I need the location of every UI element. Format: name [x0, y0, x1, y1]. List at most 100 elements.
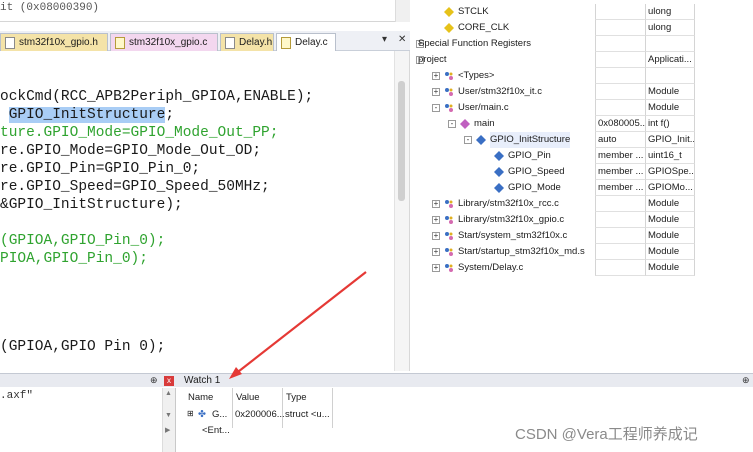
- tree-row[interactable]: GPIO_Pin member ... uint16_t: [414, 148, 753, 164]
- tree-item-type: GPIO_Init...: [645, 132, 695, 148]
- bottom-panel-titlebar: ⊕ x Watch 1 ⊕: [0, 373, 753, 387]
- tree-item-location: [595, 228, 645, 244]
- tree-item-location: [595, 36, 645, 52]
- tree-item-label: GPIO_InitStructure: [490, 132, 571, 148]
- tree-item-location: [595, 20, 645, 36]
- code-token: ;: [165, 107, 175, 123]
- tree-item-type: Module: [645, 244, 695, 260]
- tree-row[interactable]: + User/stm32f10x_it.c Module: [414, 84, 753, 100]
- editor-tab-bar: stm32f10x_gpio.h stm32f10x_gpio.c Delay.…: [0, 31, 410, 51]
- scroll-right-icon[interactable]: ▶: [165, 426, 170, 434]
- expand-icon[interactable]: +: [432, 72, 440, 80]
- tree-item-type: GPIOSpe...: [645, 164, 695, 180]
- tab-list-dropdown-icon[interactable]: ▾: [382, 34, 387, 45]
- expand-icon[interactable]: +: [432, 248, 440, 256]
- code-line: re.GPIO_Mode=GPIO_Mode_Out_OD;: [0, 143, 262, 159]
- tree-item-label: User/stm32f10x_it.c: [458, 86, 542, 97]
- expand-icon[interactable]: +: [432, 200, 440, 208]
- tree-row[interactable]: - GPIO_InitStructure auto GPIO_Init...: [414, 132, 753, 148]
- expand-icon[interactable]: +: [432, 88, 440, 96]
- source-file-icon: [115, 37, 125, 49]
- tree-item-location: [595, 52, 645, 68]
- tab-delay-h[interactable]: Delay.h: [220, 33, 274, 51]
- tree-row[interactable]: STCLK ulong: [414, 4, 753, 20]
- column-divider: [232, 388, 233, 428]
- collapse-icon[interactable]: -: [464, 136, 472, 144]
- tree-item-type: int f(): [645, 116, 695, 132]
- code-line-commented: (GPIOA,GPIO_Pin_0);: [0, 233, 166, 249]
- expand-icon[interactable]: +: [432, 264, 440, 272]
- command-window[interactable]: .axf" ▲ ▼ ▶: [0, 388, 176, 452]
- close-icon[interactable]: x: [164, 376, 174, 386]
- editor-scrollbar[interactable]: [394, 51, 409, 371]
- module-icon: [444, 263, 454, 273]
- tree-row[interactable]: GPIO_Speed member ... GPIOSpe...: [414, 164, 753, 180]
- tree-item-location: member ...: [595, 164, 645, 180]
- tree-row[interactable]: + Start/system_stm32f10x.c Module: [414, 228, 753, 244]
- module-icon: [444, 199, 454, 209]
- watermark: CSDN @Vera工程师养成记: [515, 426, 698, 443]
- tree-row[interactable]: - project Applicati...: [414, 52, 753, 68]
- expand-icon[interactable]: +: [432, 232, 440, 240]
- tree-item-label: Library/stm32f10x_rcc.c: [458, 198, 559, 209]
- code-line: ockCmd(RCC_APB2Periph_GPIOA,ENABLE);: [0, 89, 314, 105]
- close-tab-icon[interactable]: ✕: [398, 34, 406, 45]
- tree-row[interactable]: GPIO_Mode member ... GPIOMo...: [414, 180, 753, 196]
- tree-item-label: GPIO_Mode: [508, 182, 561, 193]
- tree-row[interactable]: - User/main.c Module: [414, 100, 753, 116]
- tree-row[interactable]: + Special Function Registers: [414, 36, 753, 52]
- scroll-up-icon[interactable]: ▲: [165, 390, 172, 397]
- tree-row[interactable]: + System/Delay.c Module: [414, 260, 753, 276]
- tree-item-location: member ...: [595, 148, 645, 164]
- tab-delay-c[interactable]: Delay.c: [276, 33, 336, 51]
- output-scrollbar[interactable]: [395, 0, 410, 22]
- collapse-icon[interactable]: -: [432, 104, 440, 112]
- code-line: GPIO_InitStructure;: [0, 106, 174, 124]
- variable-icon: [494, 151, 504, 161]
- watch-header-value[interactable]: Value: [236, 392, 260, 403]
- tree-item-location: member ...: [595, 180, 645, 196]
- tree-item-label: project: [418, 54, 447, 65]
- expand-icon[interactable]: ⊞: [187, 409, 194, 418]
- code-line-commented: PIOA,GPIO_Pin_0);: [0, 251, 148, 267]
- tree-row[interactable]: + <Types>: [414, 68, 753, 84]
- expand-icon[interactable]: +: [432, 216, 440, 224]
- tree-row[interactable]: CORE_CLK ulong: [414, 20, 753, 36]
- watch-name: G...: [212, 409, 228, 420]
- watch-window-title[interactable]: Watch 1: [184, 374, 220, 388]
- source-file-icon: [281, 37, 291, 49]
- tab-label: Delay.h: [239, 37, 273, 48]
- collapse-icon[interactable]: -: [448, 120, 456, 128]
- function-icon: [460, 119, 470, 129]
- pin-icon[interactable]: ⊕: [742, 375, 750, 386]
- code-line: (GPIOA,GPIO Pin 0);: [0, 339, 166, 355]
- module-icon: [444, 71, 454, 81]
- tab-stm32f10x-gpio-c[interactable]: stm32f10x_gpio.c: [110, 33, 218, 51]
- tree-item-type: Module: [645, 228, 695, 244]
- column-divider: [282, 388, 283, 428]
- tree-item-type: ulong: [645, 20, 695, 36]
- watch-header-type[interactable]: Type: [286, 392, 307, 403]
- tree-row[interactable]: + Library/stm32f10x_gpio.c Module: [414, 212, 753, 228]
- tab-label: stm32f10x_gpio.h: [19, 37, 98, 48]
- tab-stm32f10x-gpio-h[interactable]: stm32f10x_gpio.h: [0, 33, 108, 51]
- pin-icon[interactable]: ⊕: [150, 375, 158, 386]
- scrollbar-thumb[interactable]: [398, 81, 405, 201]
- header-file-icon: [5, 37, 15, 49]
- variable-icon: [444, 23, 454, 33]
- tree-item-type: [645, 36, 695, 52]
- module-icon: [444, 87, 454, 97]
- code-line: re.GPIO_Pin=GPIO_Pin_0;: [0, 161, 201, 177]
- module-icon: [444, 231, 454, 241]
- command-scrollbar[interactable]: ▲ ▼ ▶: [162, 388, 175, 452]
- code-editor[interactable]: ockCmd(RCC_APB2Periph_GPIOA,ENABLE); GPI…: [0, 51, 410, 371]
- enter-expression-placeholder[interactable]: <Ent...: [202, 425, 230, 436]
- header-file-icon: [225, 37, 235, 49]
- watch-header-name[interactable]: Name: [188, 392, 213, 403]
- tree-row[interactable]: - main 0x080005... int f(): [414, 116, 753, 132]
- tree-item-location: auto: [595, 132, 645, 148]
- code-line-commented: ture.GPIO_Mode=GPIO_Mode_Out_PP;: [0, 125, 279, 141]
- tree-row[interactable]: + Start/startup_stm32f10x_md.s Module: [414, 244, 753, 260]
- tree-row[interactable]: + Library/stm32f10x_rcc.c Module: [414, 196, 753, 212]
- scroll-down-icon[interactable]: ▼: [165, 412, 172, 419]
